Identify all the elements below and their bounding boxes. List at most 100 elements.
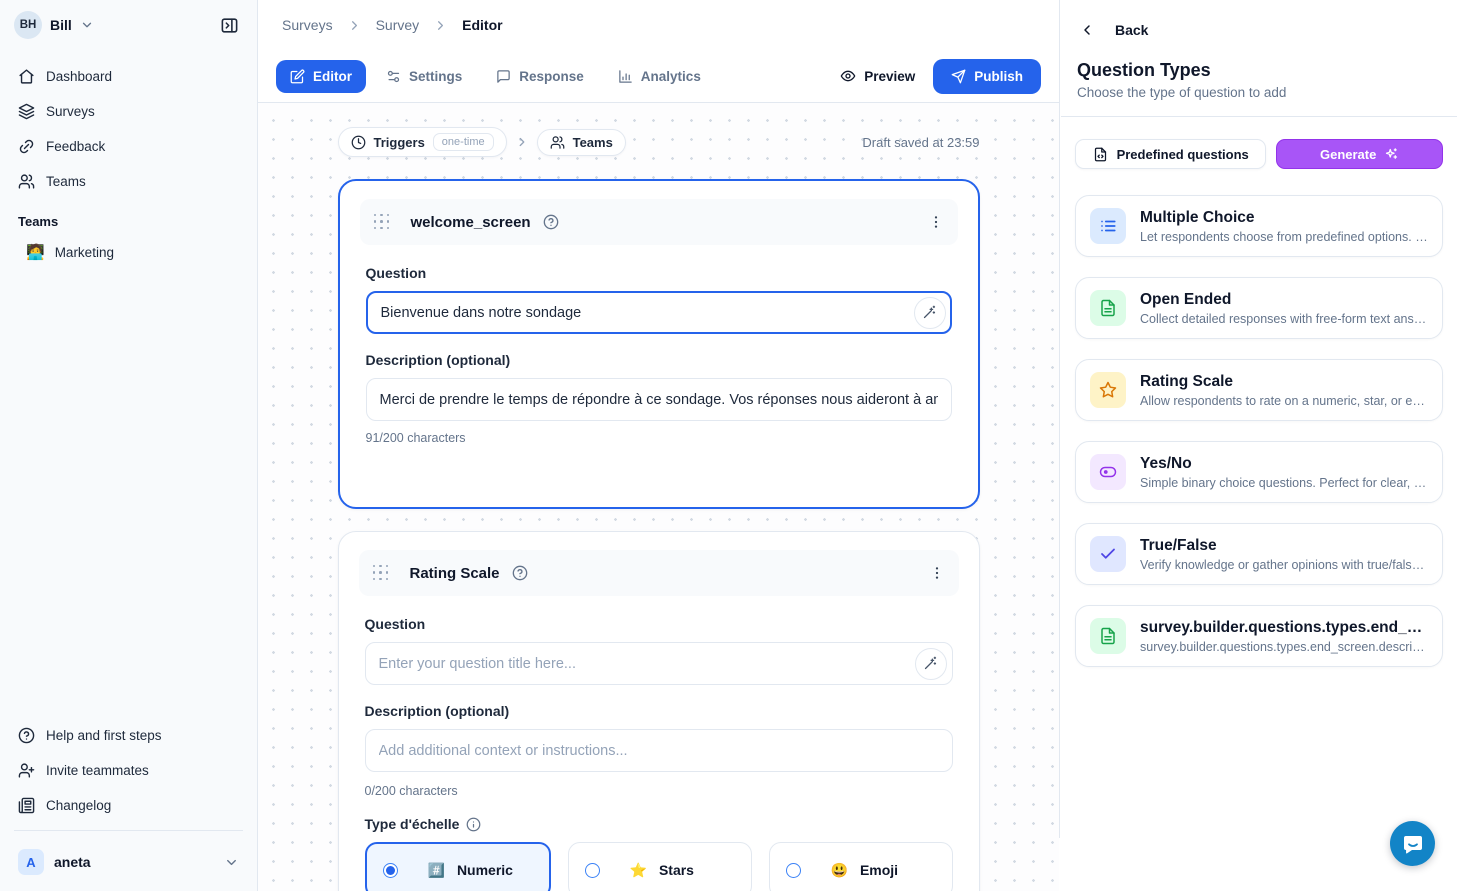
bar-chart-icon — [618, 69, 633, 84]
preview-button[interactable]: Preview — [840, 68, 915, 84]
star-emoji-icon: ⭐ — [630, 862, 647, 879]
question-card-header: welcome_screen — [360, 199, 958, 245]
description-label: Description (optional) — [366, 352, 952, 368]
layers-icon — [18, 103, 35, 120]
user-avatar: A — [18, 849, 44, 875]
workspace-avatar: BH — [14, 11, 42, 39]
help-circle-icon[interactable] — [512, 565, 528, 581]
sidebar-item-label: Surveys — [46, 104, 95, 119]
file-text-icon — [1090, 618, 1126, 654]
scale-option-numeric[interactable]: #️⃣ Numeric — [365, 842, 551, 891]
drag-handle-icon[interactable] — [374, 214, 391, 231]
breadcrumb-surveys[interactable]: Surveys — [282, 17, 333, 33]
question-card-welcome-screen[interactable]: welcome_screen Question — [338, 179, 980, 509]
workspace-switcher[interactable]: BH Bill — [0, 0, 257, 50]
sliders-icon — [386, 69, 401, 84]
question-type-title: Yes/No — [1140, 455, 1428, 473]
help-circle-icon[interactable] — [543, 214, 559, 230]
question-type-true-false[interactable]: True/False Verify knowledge or gather op… — [1075, 523, 1443, 585]
question-type-title: Open Ended — [1140, 291, 1428, 309]
tab-editor[interactable]: Editor — [276, 60, 366, 93]
scale-option-label: Emoji — [860, 862, 898, 878]
main-column: Surveys Survey Editor Editor Settings Re… — [258, 0, 1059, 891]
tab-analytics[interactable]: Analytics — [604, 60, 715, 93]
generate-label: Generate — [1320, 147, 1376, 162]
users-icon — [550, 135, 565, 150]
panel-title: Question Types — [1075, 52, 1443, 85]
generate-button[interactable]: Generate — [1276, 139, 1443, 169]
breadcrumb-survey[interactable]: Survey — [376, 17, 420, 33]
message-square-icon — [496, 69, 511, 84]
tab-label: Settings — [409, 69, 462, 84]
publish-button[interactable]: Publish — [933, 59, 1041, 94]
description-label: Description (optional) — [365, 703, 953, 719]
ai-rewrite-button[interactable] — [914, 297, 946, 329]
drag-handle-icon[interactable] — [373, 565, 390, 582]
teams-pill[interactable]: Teams — [537, 129, 626, 156]
question-type-yes-no[interactable]: Yes/No Simple binary choice questions. P… — [1075, 441, 1443, 503]
user-menu[interactable]: A aneta — [10, 839, 247, 891]
question-type-rating-scale[interactable]: Rating Scale Allow respondents to rate o… — [1075, 359, 1443, 421]
card-menu-button[interactable] — [929, 565, 945, 581]
footer-item-label: Changelog — [46, 798, 111, 813]
sidebar-item-feedback[interactable]: Feedback — [10, 130, 247, 163]
predefined-questions-button[interactable]: Predefined questions — [1075, 139, 1266, 169]
divider — [1061, 116, 1457, 117]
user-plus-icon — [18, 762, 35, 779]
question-type-multiple-choice[interactable]: Multiple Choice Let respondents choose f… — [1075, 195, 1443, 257]
card-menu-button[interactable] — [928, 214, 944, 230]
check-icon — [1090, 536, 1126, 572]
workspace-name: Bill — [50, 17, 72, 33]
sidebar-toggle-button[interactable] — [213, 9, 245, 41]
panel-subtitle: Choose the type of question to add — [1075, 85, 1443, 116]
info-icon[interactable] — [466, 817, 481, 832]
tab-label: Editor — [313, 69, 352, 84]
chat-widget-button[interactable] — [1390, 821, 1435, 866]
question-type-open-ended[interactable]: Open Ended Collect detailed responses wi… — [1075, 277, 1443, 339]
sidebar-item-changelog[interactable]: Changelog — [10, 789, 247, 822]
tab-settings[interactable]: Settings — [372, 60, 476, 93]
help-circle-icon — [18, 727, 35, 744]
question-type-description: survey.builder.questions.types.end_scree… — [1140, 640, 1428, 654]
breadcrumb: Surveys Survey Editor — [258, 0, 1059, 50]
question-label: Question — [365, 616, 953, 632]
user-name: aneta — [54, 854, 214, 870]
sidebar-item-marketing[interactable]: 🧑‍💻 Marketing — [10, 235, 247, 269]
sidebar-item-teams[interactable]: Teams — [10, 165, 247, 198]
sidebar-item-surveys[interactable]: Surveys — [10, 95, 247, 128]
sidebar-item-help[interactable]: Help and first steps — [10, 719, 247, 752]
draft-status: Draft saved at 23:59 — [862, 135, 979, 150]
list-icon — [1090, 208, 1126, 244]
question-type-title: survey.builder.questions.types.end_scr..… — [1140, 619, 1428, 637]
triggers-pill[interactable]: Triggers one-time — [338, 127, 507, 157]
users-icon — [18, 173, 35, 190]
question-card-title: welcome_screen — [411, 214, 531, 231]
toggle-icon — [1090, 454, 1126, 490]
tab-response[interactable]: Response — [482, 60, 598, 93]
sidebar-section-teams: Teams — [10, 200, 247, 235]
sidebar-nav: Dashboard Surveys Feedback Teams Teams 🧑… — [0, 50, 257, 269]
chevron-left-icon — [1079, 22, 1095, 38]
ai-rewrite-button[interactable] — [915, 648, 947, 680]
question-type-description: Allow respondents to rate on a numeric, … — [1140, 394, 1428, 408]
triggers-label: Triggers — [374, 135, 425, 150]
clock-icon — [351, 135, 366, 150]
question-title-input[interactable] — [365, 642, 953, 685]
question-title-input[interactable] — [366, 291, 952, 334]
panel-toggle-icon — [220, 16, 239, 35]
scale-type-label: Type d'échelle — [365, 816, 953, 832]
radio-unselected — [786, 863, 801, 878]
back-button[interactable]: Back — [1075, 20, 1443, 52]
chevron-down-icon — [224, 855, 239, 870]
chevron-down-icon — [80, 18, 94, 32]
chat-bubble-icon — [1401, 832, 1425, 856]
scale-option-emoji[interactable]: 😃 Emoji — [769, 842, 953, 891]
question-card-rating-scale[interactable]: Rating Scale Question — [338, 531, 980, 891]
smiley-emoji-icon: 😃 — [831, 862, 848, 879]
description-input[interactable] — [365, 729, 953, 772]
sidebar-item-invite[interactable]: Invite teammates — [10, 754, 247, 787]
sidebar-item-dashboard[interactable]: Dashboard — [10, 60, 247, 93]
question-type-end-screen[interactable]: survey.builder.questions.types.end_scr..… — [1075, 605, 1443, 667]
description-input[interactable] — [366, 378, 952, 421]
scale-option-stars[interactable]: ⭐ Stars — [568, 842, 752, 891]
